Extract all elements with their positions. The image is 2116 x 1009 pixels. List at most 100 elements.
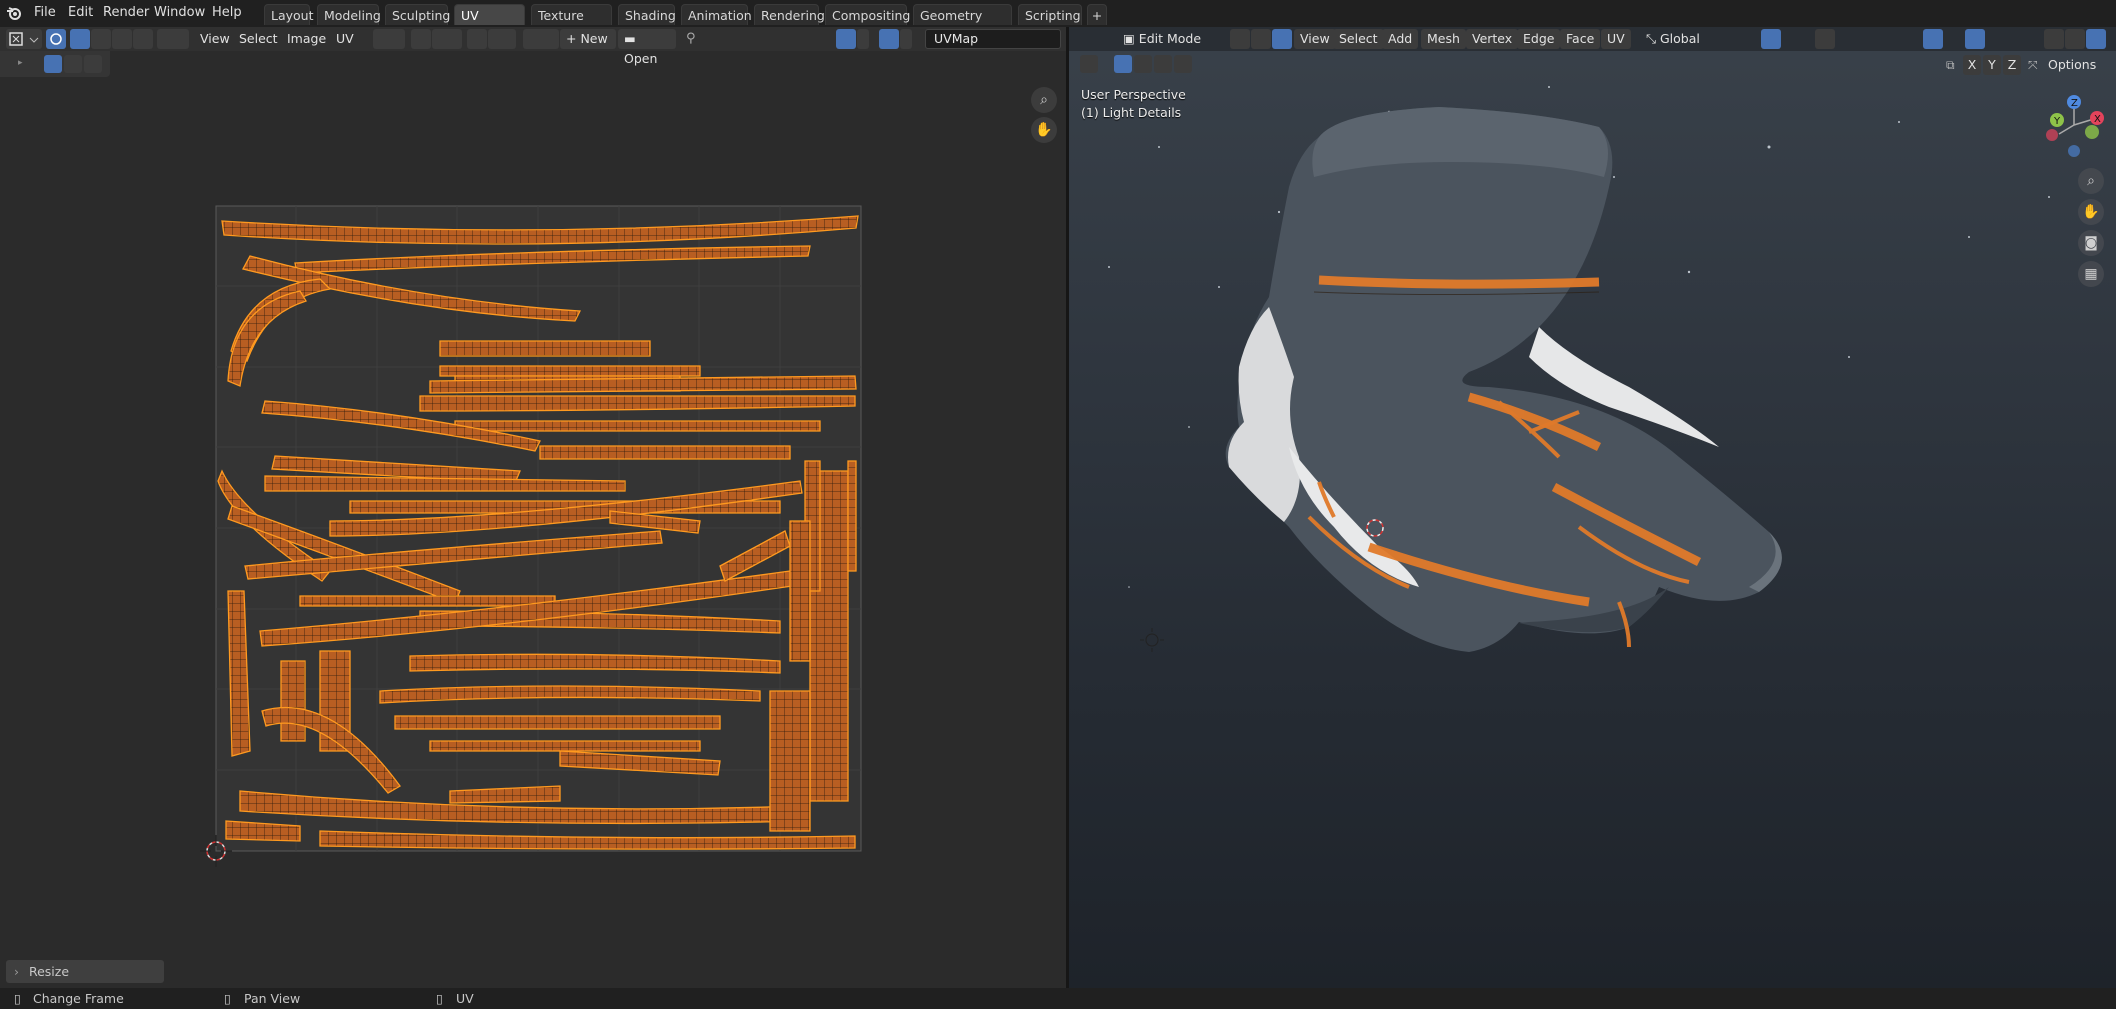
snap-target-icon[interactable] xyxy=(432,29,462,49)
last-operator-panel[interactable]: › Resize xyxy=(6,960,164,983)
mouse-right-icon: ▯ xyxy=(436,991,443,1006)
sticky-select-icon[interactable] xyxy=(157,29,189,49)
select-new-icon[interactable] xyxy=(1114,55,1132,73)
tab-shading[interactable]: Shading xyxy=(618,4,676,25)
uv-menu-view[interactable]: View xyxy=(196,29,234,49)
menu-render[interactable]: Render xyxy=(97,3,155,23)
add-workspace-button[interactable]: + xyxy=(1087,4,1107,25)
camera-view-icon[interactable]: ◙ xyxy=(2078,230,2104,256)
gizmo-z-label: Z xyxy=(2071,98,2078,109)
visibility-icon[interactable] xyxy=(1885,29,1913,49)
uv-gizmo-icon[interactable] xyxy=(836,29,856,49)
select-add-icon[interactable] xyxy=(1134,55,1152,73)
axis-z-button[interactable]: Z xyxy=(2003,55,2021,75)
uv-overlay-icon[interactable] xyxy=(879,29,899,49)
xray-icon[interactable] xyxy=(2006,29,2032,49)
snap-icon[interactable] xyxy=(411,29,431,49)
chevron-right-icon: › xyxy=(14,964,19,979)
uv-menu-uv[interactable]: UV xyxy=(332,29,358,49)
tab-texture-paint[interactable]: Texture Paint xyxy=(531,4,612,44)
pivot-icon[interactable] xyxy=(1728,29,1758,49)
navigation-gizmo[interactable]: X Z Y xyxy=(2034,89,2114,159)
pivot-point-icon[interactable] xyxy=(373,29,405,49)
v3d-menu-edge[interactable]: Edge xyxy=(1517,29,1561,49)
v3d-menu-add[interactable]: Add xyxy=(1382,29,1419,49)
shading-material-icon[interactable] xyxy=(2065,29,2085,49)
tab-layout[interactable]: Layout xyxy=(264,4,314,25)
face-select-icon[interactable] xyxy=(112,29,132,49)
ortho-grid-icon[interactable]: ▦ xyxy=(2078,261,2104,287)
status-uv: UV xyxy=(456,991,474,1006)
tab-rendering[interactable]: Rendering xyxy=(754,4,825,25)
shading-rendered-icon[interactable] xyxy=(2086,29,2106,49)
orientation-icon: ⤡ xyxy=(1646,31,1660,46)
zoom-icon[interactable]: ⌕ xyxy=(2078,168,2104,194)
menu-window[interactable]: Window xyxy=(148,3,211,23)
tab-scripting[interactable]: Scripting xyxy=(1018,4,1082,25)
axis-x-button[interactable]: X xyxy=(1963,55,1981,75)
vertex-select-icon[interactable] xyxy=(70,29,90,49)
object-label: (1) Light Details xyxy=(1081,105,1182,120)
blender-logo-icon[interactable] xyxy=(6,5,22,21)
face-mode-icon[interactable] xyxy=(1272,29,1292,49)
uv-zoom-icon[interactable]: ⌕ xyxy=(1031,87,1057,113)
gizmo-y-label: Y xyxy=(2053,116,2061,127)
select-invert-icon[interactable] xyxy=(1174,55,1192,73)
v3d-menu-view[interactable]: View xyxy=(1294,29,1336,49)
menu-edit[interactable]: Edit xyxy=(62,3,99,23)
pin-icon[interactable]: ⚲ xyxy=(686,31,702,47)
select-subtract-icon[interactable] xyxy=(1154,55,1172,73)
mode-selector[interactable]: ▣ Edit Mode xyxy=(1117,29,1225,49)
v3d-menu-face[interactable]: Face xyxy=(1560,29,1601,49)
axis-y-button[interactable]: Y xyxy=(1983,55,2001,75)
sync-selection-icon[interactable] xyxy=(46,29,66,49)
uv-overlay-dropdown-icon[interactable] xyxy=(900,29,912,49)
mouse-left-icon: ▯ xyxy=(14,991,21,1006)
tab-geometry-nodes[interactable]: Geometry Nodes xyxy=(913,4,1012,44)
v3d-menu-vertex[interactable]: Vertex xyxy=(1466,29,1519,49)
auto-merge-icon[interactable]: ⤧ xyxy=(2028,58,2042,72)
edge-select-icon[interactable] xyxy=(91,29,111,49)
proportional-edit-icon[interactable] xyxy=(467,29,487,49)
orientation-selector[interactable]: ⤡ Global xyxy=(1640,29,1718,49)
v3d-menu-uv[interactable]: UV xyxy=(1601,29,1631,49)
uvmap-field[interactable]: UVMap xyxy=(925,29,1061,49)
snap-toggle-icon[interactable] xyxy=(1761,29,1781,49)
status-change-frame: Change Frame xyxy=(33,991,124,1006)
toolbar-toggle-icon[interactable] xyxy=(1080,55,1098,73)
tab-sculpting[interactable]: Sculpting xyxy=(385,4,450,25)
gizmo-toggle-icon[interactable] xyxy=(1923,29,1943,49)
edge-mode-icon[interactable] xyxy=(1251,29,1271,49)
top-bar: File Edit Render Window Help Layout Mode… xyxy=(0,0,2116,44)
proportional-toggle-icon[interactable] xyxy=(1815,29,1835,49)
mode-icon: ▣ xyxy=(1123,31,1139,46)
viewport-3d[interactable]: User Perspective (1) Light Details X Z Y… xyxy=(1069,27,2116,988)
island-select-icon[interactable] xyxy=(133,29,153,49)
pan-hand-icon[interactable]: ✋ xyxy=(2078,199,2104,225)
v3d-menu-mesh[interactable]: Mesh xyxy=(1421,29,1466,49)
uv-pan-hand-icon[interactable]: ✋ xyxy=(1031,117,1057,143)
uv-canvas[interactable] xyxy=(0,51,1066,988)
v3d-menu-select[interactable]: Select xyxy=(1333,29,1384,49)
uv-menu-select[interactable]: Select xyxy=(235,29,282,49)
open-image-button[interactable]: ▬ Open xyxy=(618,29,676,66)
editor-type-icon[interactable] xyxy=(6,29,42,49)
falloff-curve-icon[interactable] xyxy=(1836,29,1856,49)
menu-file[interactable]: File xyxy=(28,3,62,23)
tab-uv-editing[interactable]: UV Editing xyxy=(454,4,525,44)
viewport-editor-type-icon[interactable] xyxy=(1081,29,1111,49)
overlay-toggle-icon[interactable] xyxy=(1965,29,1985,49)
new-image-button[interactable]: + New xyxy=(560,29,616,49)
menu-help[interactable]: Help xyxy=(206,3,248,23)
snap-element-icon[interactable] xyxy=(1782,29,1808,49)
shading-solid-icon[interactable] xyxy=(2044,29,2064,49)
vertex-mode-icon[interactable] xyxy=(1230,29,1250,49)
tab-modeling[interactable]: Modeling xyxy=(317,4,381,25)
options-button[interactable]: Options xyxy=(2042,55,2102,75)
uv-menu-image[interactable]: Image xyxy=(283,29,330,49)
uv-gizmo-dropdown-icon[interactable] xyxy=(857,29,869,49)
falloff-icon[interactable] xyxy=(488,29,516,49)
tab-animation[interactable]: Animation xyxy=(681,4,752,25)
tab-compositing[interactable]: Compositing xyxy=(825,4,910,25)
image-browse-icon[interactable] xyxy=(523,29,559,49)
